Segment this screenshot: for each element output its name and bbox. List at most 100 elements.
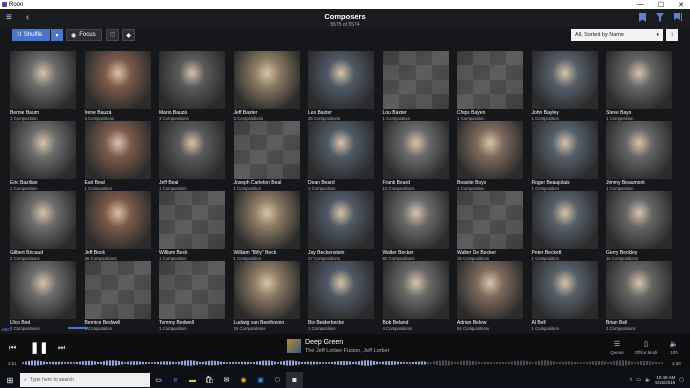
focus-button[interactable]: ◉ Focus — [66, 29, 102, 41]
tag-button[interactable]: ◆ — [122, 29, 135, 41]
composer-tile[interactable]: William "Billy" Beck 1 Composition — [233, 191, 300, 261]
composer-photo[interactable] — [606, 261, 672, 319]
composer-tile[interactable]: Joseph Carleton Beal 1 Composition — [233, 121, 300, 191]
composer-tile[interactable]: Eric Bazilian 1 Composition — [10, 121, 76, 191]
composer-photo[interactable] — [382, 261, 449, 319]
bookmarks-list-icon[interactable] — [674, 13, 682, 24]
composer-tile[interactable]: Bob Beland 4 Compositions — [382, 261, 449, 331]
chrome-icon[interactable]: ◉ — [235, 372, 252, 388]
composer-photo[interactable] — [10, 191, 76, 249]
filter-icon[interactable] — [656, 13, 664, 24]
task-view-icon[interactable]: ▭ — [150, 372, 167, 388]
composer-tile[interactable]: Walter Becker 82 Compositions — [382, 191, 449, 261]
alpha-jump-button[interactable]: ABC — [0, 327, 12, 332]
taskbar-search-input[interactable]: ⌕ Type here to search — [20, 373, 150, 387]
network-icon[interactable]: ▭ — [636, 377, 641, 383]
composer-tile[interactable]: Earl Beal 1 Composition — [84, 121, 151, 191]
shuffle-button[interactable]: ⤨ Shuffle — [12, 29, 50, 41]
outlook-icon[interactable]: O — [269, 372, 286, 388]
pause-button[interactable]: ❚❚ — [30, 341, 48, 354]
file-explorer-icon[interactable]: ▬ — [184, 372, 201, 388]
composer-tile[interactable]: Jeff Beck 36 Compositions — [84, 191, 151, 261]
composer-tile[interactable]: Lou Baxter 1 Composition — [382, 51, 449, 121]
composer-tile[interactable]: Chips Bayen 1 Composition — [457, 51, 523, 121]
composer-photo[interactable] — [233, 191, 300, 249]
shuffle-options-button[interactable]: ▾ — [51, 29, 63, 41]
sort-direction-button[interactable]: ↕ — [666, 29, 678, 41]
composer-photo[interactable] — [382, 191, 449, 249]
composer-tile[interactable]: Peter Beckett 1 Composition — [531, 191, 598, 261]
composer-tile[interactable]: William Beck 1 Composition — [159, 191, 225, 261]
composer-tile[interactable]: Brian Bell 3 Compositions — [606, 261, 672, 331]
composer-photo[interactable] — [233, 261, 300, 319]
composer-tile[interactable]: Steve Bays 1 Composition — [606, 51, 672, 121]
maximize-button[interactable]: ☐ — [658, 1, 664, 9]
favorites-button[interactable]: ♡ — [106, 29, 119, 41]
composer-tile[interactable]: Al Bell 1 Composition — [531, 261, 598, 331]
composer-photo[interactable] — [531, 51, 598, 109]
minimize-button[interactable]: — — [637, 1, 644, 9]
composer-photo[interactable] — [84, 191, 151, 249]
composer-tile[interactable]: Jeff Baxter 3 Compositions — [233, 51, 300, 121]
chevron-up-icon[interactable]: ˄ — [629, 377, 632, 383]
composer-photo[interactable] — [10, 121, 76, 179]
previous-track-button[interactable]: ⏮ — [9, 343, 16, 353]
mail-icon[interactable]: ✉ — [218, 372, 235, 388]
composer-photo[interactable] — [531, 191, 598, 249]
composer-photo[interactable] — [531, 121, 598, 179]
composer-placeholder-image[interactable] — [382, 51, 449, 109]
seek-waveform[interactable] — [22, 360, 664, 366]
composer-photo[interactable] — [606, 121, 672, 179]
close-button[interactable]: ✕ — [678, 1, 684, 9]
composer-tile[interactable]: John Bayley 1 Composition — [531, 51, 598, 121]
sort-dropdown[interactable]: All, Sorted by Name ▾ — [571, 29, 663, 41]
composer-tile[interactable]: Adrian Belew 54 Compositions — [457, 261, 523, 331]
composer-tile[interactable]: Mario Bauzá 3 Compositions — [159, 51, 225, 121]
album-art[interactable] — [287, 339, 301, 353]
composer-tile[interactable]: Frank Beard 12 Compositions — [382, 121, 449, 191]
taskbar-clock[interactable]: 10:49 AM 5/16/2019 — [655, 375, 675, 385]
composer-photo[interactable] — [308, 191, 374, 249]
composer-tile[interactable]: Bix Beiderbecke 1 Composition — [308, 261, 374, 331]
roon-taskbar-icon[interactable]: ◙ — [286, 372, 303, 388]
composer-photo[interactable] — [606, 191, 672, 249]
composer-tile[interactable]: Jay Beckenstein 27 Compositions — [308, 191, 374, 261]
composer-tile[interactable]: Irene Bauzá 4 Compositions — [84, 51, 151, 121]
notifications-icon[interactable]: ▢ — [679, 377, 684, 383]
bookmark-icon[interactable] — [639, 13, 646, 24]
composer-photo[interactable] — [10, 261, 76, 319]
composer-tile[interactable]: Ludwig van Beethoven 15 Compositions — [233, 261, 300, 331]
composer-photo[interactable] — [10, 51, 76, 109]
composer-photo[interactable] — [308, 261, 374, 319]
composer-photo[interactable] — [308, 51, 374, 109]
queue-button[interactable]: ☰ Queue — [608, 340, 626, 355]
composer-tile[interactable]: Beastie Boys 1 Composition — [457, 121, 523, 191]
composer-placeholder-image[interactable] — [159, 261, 225, 319]
edge-icon[interactable]: e — [167, 372, 184, 388]
composer-placeholder-image[interactable] — [457, 51, 523, 109]
composer-photo[interactable] — [233, 51, 300, 109]
next-track-button[interactable]: ⏭ — [58, 343, 65, 353]
composer-tile[interactable]: Dean Beard 1 Composition — [308, 121, 374, 191]
track-title[interactable]: Deep Green — [305, 339, 343, 346]
composer-tile[interactable]: Roger Beaujolais 1 Composition — [531, 121, 598, 191]
composer-tile[interactable]: Ulco Bed 2 Compositions — [10, 261, 76, 331]
speaker-tray-icon[interactable]: 🔈 — [645, 377, 651, 383]
composer-tile[interactable]: Gerry Beckley 16 Compositions — [606, 191, 672, 261]
composer-photo[interactable] — [457, 121, 523, 179]
zone-button[interactable]: ▯ Office Modi — [633, 340, 659, 355]
composer-photo[interactable] — [84, 121, 151, 179]
track-artist[interactable]: The Jeff Lorber Fusion, Jeff Lorber — [305, 348, 389, 354]
composer-tile[interactable]: Tommy Bedwell 1 Composition — [159, 261, 225, 331]
composer-tile[interactable]: Les Baxter 25 Compositions — [308, 51, 374, 121]
composer-photo[interactable] — [382, 121, 449, 179]
composer-tile[interactable]: Bernice Bedwell 1 Composition — [84, 261, 151, 331]
composer-photo[interactable] — [308, 121, 374, 179]
volume-button[interactable]: 🔈 100 — [666, 340, 682, 355]
composer-placeholder-image[interactable] — [159, 191, 225, 249]
composer-photo[interactable] — [84, 51, 151, 109]
composer-placeholder-image[interactable] — [233, 121, 300, 179]
photos-icon[interactable]: ▣ — [252, 372, 269, 388]
composer-photo[interactable] — [159, 121, 225, 179]
composer-tile[interactable]: Jimmy Beaumont 1 Composition — [606, 121, 672, 191]
